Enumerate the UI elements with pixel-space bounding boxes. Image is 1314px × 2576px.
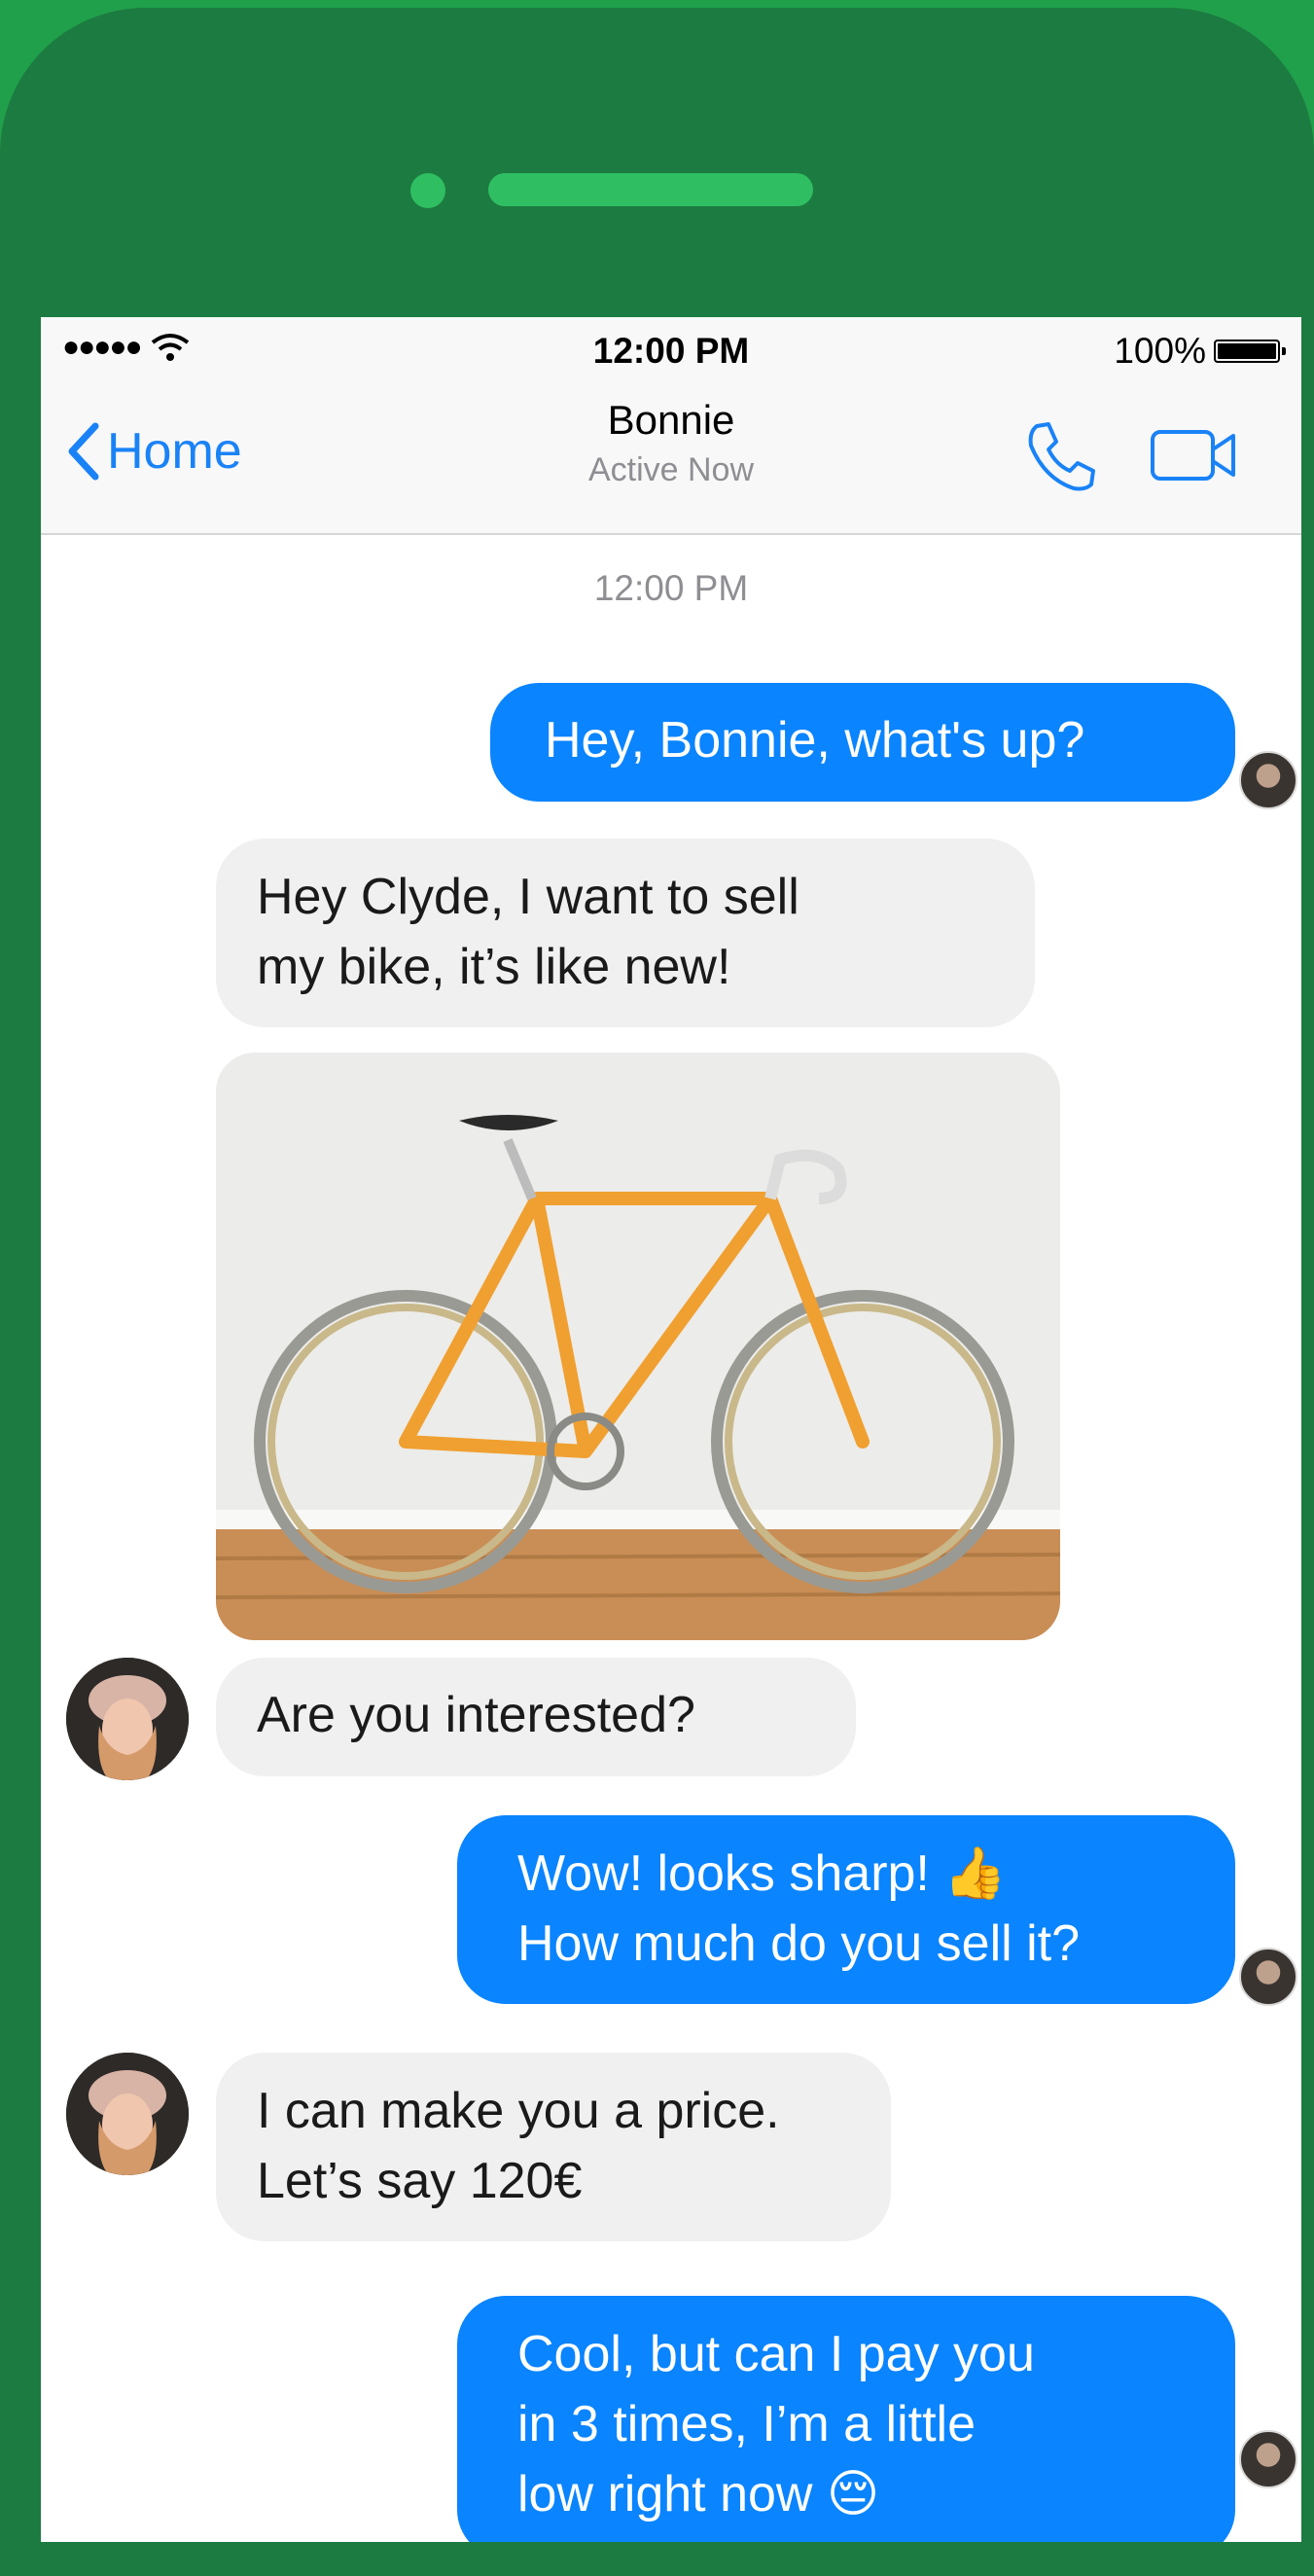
message-line: in 3 times, I’m a little [517, 2396, 977, 2452]
message-line: Hey Clyde, I want to sell [257, 869, 799, 925]
speaker-grille [488, 173, 813, 206]
bike-photo-illustration [216, 1053, 1060, 1640]
contact-avatar[interactable] [66, 1658, 189, 1780]
incoming-message[interactable]: I can make you a price. Let’s say 120€ [216, 2053, 891, 2241]
message-text: Hey, Bonnie, what's up? [545, 712, 1085, 769]
battery-status: 100% [1114, 331, 1286, 372]
incoming-message[interactable]: Are you interested? [216, 1658, 856, 1776]
chat-screen: ●●●●● 12:00 PM 100% Home Bonnie Active N… [41, 317, 1301, 2542]
message-timestamp: 12:00 PM [593, 568, 749, 608]
message-line: I can make you a price. [257, 2083, 780, 2139]
message-line: Wow! looks sharp! 👍 [517, 1845, 1008, 1902]
bike-photo[interactable] [216, 1053, 1060, 1640]
navigation-bar: ●●●●● 12:00 PM 100% Home Bonnie Active N… [41, 317, 1301, 535]
status-time: 12:00 PM [592, 331, 750, 371]
sender-avatar [1239, 751, 1297, 809]
outgoing-message[interactable]: Cool, but can I pay you in 3 times, I’m … [457, 2296, 1235, 2542]
contact-name: Bonnie [607, 397, 735, 443]
sender-avatar [1239, 1948, 1297, 2006]
sender-avatar [1239, 2430, 1297, 2488]
incoming-message[interactable]: Hey Clyde, I want to sell my bike, it’s … [216, 839, 1035, 1027]
contact-avatar[interactable] [66, 2053, 189, 2175]
message-text: Are you interested? [257, 1687, 695, 1743]
phone-icon[interactable] [1023, 418, 1099, 494]
battery-icon [1214, 340, 1286, 363]
outgoing-message[interactable]: Hey, Bonnie, what's up? [490, 683, 1235, 802]
contact-status: Active Now [587, 451, 755, 488]
phone-frame: ●●●●● 12:00 PM 100% Home Bonnie Active N… [0, 8, 1314, 2576]
battery-percent: 100% [1114, 331, 1206, 371]
contact-portrait [66, 1658, 189, 1780]
message-line: my bike, it’s like new! [257, 939, 731, 995]
message-line: How much do you sell it? [517, 1915, 1081, 1972]
message-line: low right now 😔 [517, 2466, 880, 2522]
camera-dot [410, 173, 445, 208]
video-camera-icon[interactable] [1150, 426, 1239, 484]
outgoing-message[interactable]: Wow! looks sharp! 👍 How much do you sell… [457, 1815, 1235, 2004]
contact-header[interactable]: Bonnie Active Now [41, 397, 1301, 489]
contact-portrait [66, 2053, 189, 2175]
message-line: Let’s say 120€ [257, 2153, 583, 2209]
message-line: Cool, but can I pay you [517, 2326, 1035, 2382]
